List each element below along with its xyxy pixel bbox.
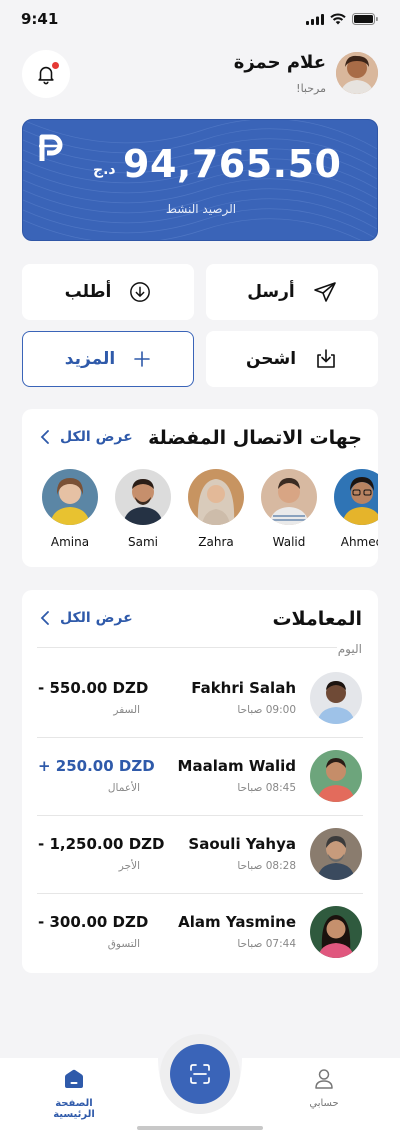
transaction-time: 08:45 صباحا	[237, 782, 296, 794]
status-time: 9:41	[21, 10, 59, 28]
transaction-time: 08:28 صباحا	[237, 860, 296, 872]
notification-dot	[52, 62, 59, 69]
paysera-logo-icon	[39, 134, 63, 161]
balance-label: الرصيد النشط	[165, 202, 237, 216]
transaction-amount: - 550.00 DZD	[38, 679, 149, 697]
greeting: مرحبا!	[296, 82, 326, 95]
scan-icon	[190, 1064, 210, 1084]
contact-avatar	[115, 469, 171, 525]
transaction-amount: + 250.00 DZD	[38, 757, 155, 775]
battery-icon	[352, 13, 378, 25]
contact-name: Amina	[50, 535, 90, 549]
transaction-name: Fakhri Salah	[191, 679, 296, 697]
request-button[interactable]: أطلب	[22, 264, 194, 320]
contact-item-amina[interactable]: Amina	[42, 469, 98, 549]
transaction-avatar	[310, 828, 362, 880]
transaction-amount: - 300.00 DZD	[38, 913, 149, 931]
transaction-row[interactable]: Alam Yasmine 07:44 صباحا - 300.00 DZD ال…	[22, 897, 378, 967]
divider	[37, 815, 363, 816]
transaction-avatar	[310, 906, 362, 958]
balance-currency: د.ج	[93, 162, 116, 178]
contact-name: Ahmed	[340, 535, 378, 549]
balance-card: د.ج 94,765.50 الرصيد النشط	[22, 119, 378, 241]
contact-item-zahra[interactable]: Zahra	[188, 469, 244, 549]
transaction-name: Saouli Yahya	[188, 835, 296, 853]
tab-home[interactable]: الصفحة الرئيسية	[34, 1068, 114, 1120]
transactions-title: المعاملات	[272, 608, 362, 630]
transaction-avatar	[310, 672, 362, 724]
plus-icon	[134, 351, 150, 367]
contact-name: Walid	[272, 535, 306, 549]
tab-account-label: حسابي	[309, 1098, 339, 1109]
tab-account[interactable]: حسابي	[298, 1068, 350, 1109]
transactions-view-all-label: عرض الكل	[60, 610, 133, 626]
transactions-view-all-link[interactable]: عرض الكل	[40, 610, 133, 626]
request-label: أطلب	[64, 282, 112, 302]
notifications-button[interactable]	[22, 50, 70, 98]
home-indicator	[137, 1126, 263, 1130]
transaction-row[interactable]: Maalam Walid 08:45 صباحا + 250.00 DZD ال…	[22, 741, 378, 811]
transactions-card: المعاملات عرض الكل اليوم Fakhri Salah 09…	[22, 590, 378, 973]
user-name: علام حمزة	[233, 52, 326, 73]
tab-bar: الصفحة الرئيسية حسابي	[0, 1044, 400, 1141]
contact-item-sami[interactable]: Sami	[115, 469, 171, 549]
contact-avatar	[261, 469, 317, 525]
transaction-category: السفر	[113, 704, 140, 716]
transaction-amount: - 1,250.00 DZD	[38, 835, 165, 853]
transaction-category: الأجر	[118, 860, 140, 872]
contact-avatar	[334, 469, 378, 525]
contact-name: Zahra	[198, 535, 234, 549]
contacts-list: Amina Sami Zahra Walid Ahmed	[42, 469, 378, 559]
transaction-name: Maalam Walid	[177, 757, 296, 775]
contact-item-walid[interactable]: Walid	[261, 469, 317, 549]
contact-avatar	[188, 469, 244, 525]
topup-button[interactable]: اشحن	[206, 331, 378, 387]
transaction-name: Alam Yasmine	[178, 913, 296, 931]
more-label: المزيد	[64, 349, 116, 369]
status-bar: 9:41	[0, 0, 400, 40]
send-label: أرسل	[247, 282, 295, 302]
transaction-category: التسوق	[107, 938, 140, 950]
user-icon	[315, 1069, 333, 1089]
transaction-row[interactable]: Saouli Yahya 08:28 صباحا - 1,250.00 DZD …	[22, 819, 378, 889]
contact-item-ahmed[interactable]: Ahmed	[334, 469, 378, 549]
contacts-view-all-label: عرض الكل	[60, 429, 133, 445]
home-icon	[65, 1069, 83, 1088]
transaction-time: 07:44 صباحا	[237, 938, 296, 950]
scan-button[interactable]	[170, 1044, 230, 1104]
status-icons	[306, 13, 378, 25]
contact-avatar	[42, 469, 98, 525]
contact-name: Sami	[128, 535, 158, 549]
divider	[37, 737, 363, 738]
download-circle-icon	[130, 282, 151, 302]
balance-amount: 94,765.50	[123, 142, 342, 186]
header: علام حمزة مرحبا!	[22, 50, 378, 98]
transaction-time: 09:00 صباحا	[237, 704, 296, 716]
send-button[interactable]: أرسل	[206, 264, 378, 320]
topup-tray-icon	[317, 349, 335, 368]
send-icon	[313, 282, 336, 302]
transaction-category: الأعمال	[107, 782, 140, 794]
transaction-avatar	[310, 750, 362, 802]
user-avatar[interactable]	[336, 52, 378, 94]
contacts-view-all-link[interactable]: عرض الكل	[40, 429, 133, 445]
balance-row: د.ج 94,765.50	[65, 142, 341, 192]
chevron-left-icon	[40, 611, 49, 625]
favorite-contacts-card: جهات الاتصال المفضلة عرض الكل Amina Sami…	[22, 409, 378, 567]
chevron-left-icon	[40, 430, 49, 444]
wifi-icon	[330, 13, 346, 25]
favorite-contacts-title: جهات الاتصال المفضلة	[148, 427, 362, 449]
transaction-row[interactable]: Fakhri Salah 09:00 صباحا - 550.00 DZD ال…	[22, 663, 378, 733]
more-button[interactable]: المزيد	[22, 331, 194, 387]
signal-icon	[306, 13, 324, 25]
divider	[37, 647, 337, 648]
divider	[37, 893, 363, 894]
topup-label: اشحن	[245, 349, 297, 369]
day-label: اليوم	[337, 642, 362, 656]
tab-home-label: الصفحة الرئيسية	[53, 1098, 95, 1120]
